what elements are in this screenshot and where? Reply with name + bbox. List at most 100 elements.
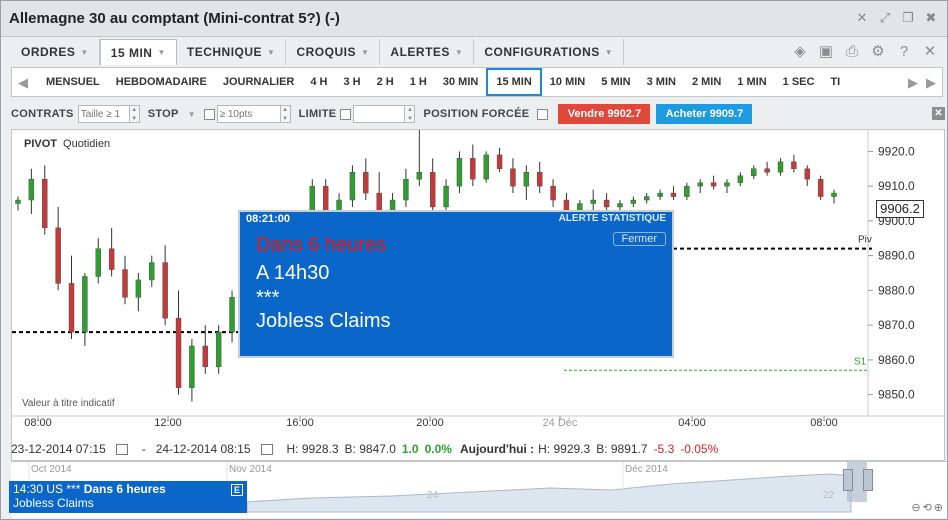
candle-body [657, 192, 663, 197]
size-input[interactable] [77, 105, 130, 123]
candle-body [537, 172, 543, 187]
candle-body [510, 168, 516, 187]
alert-time: 08:21:00 [246, 213, 291, 225]
alert-popup[interactable]: 08:21:00 ALERTE STATISTIQUE Fermer Dans … [238, 210, 674, 358]
menu-configurations[interactable]: CONFIGURATIONS ▼ [474, 39, 625, 65]
calendar-icon[interactable] [115, 443, 128, 455]
close-icon[interactable]: ✕ [854, 10, 870, 26]
menu-ordres[interactable]: ORDRES ▼ [11, 39, 100, 65]
chart-panel[interactable]: 9920.0 9910.0 9900.0 9890.0 9880.0 9870.0 9860… [11, 129, 945, 461]
candle-body [617, 203, 623, 208]
period-5-min[interactable]: 5 MIN [593, 68, 638, 96]
calendar-icon[interactable] [260, 443, 273, 455]
limit-checkbox[interactable] [340, 108, 352, 120]
help-icon[interactable]: ? [895, 43, 913, 61]
buy-button[interactable]: Acheter 9909.7 [656, 104, 753, 124]
menu-alertes[interactable]: ALERTES ▼ [380, 39, 475, 65]
today-change: -5.3 [653, 442, 675, 456]
period-1-sec[interactable]: 1 SEC [775, 68, 823, 96]
close-window-icon[interactable]: ✖ [923, 10, 939, 26]
contracts-label: CONTRATS [11, 108, 74, 120]
menu-15min[interactable]: 15 MIN ▼ [99, 39, 177, 65]
s1-line-label: S1 [854, 356, 867, 367]
expand-icon[interactable]: ⤢ [877, 10, 893, 26]
zoom-in-icon[interactable]: ⊕ [934, 501, 943, 514]
limit-stepper[interactable]: ▲ ▼ [405, 105, 416, 123]
period-1-min[interactable]: 1 MIN [729, 68, 774, 96]
range-change-pct: 0.0% [424, 442, 452, 456]
candle-body [15, 199, 21, 204]
candle-body [82, 276, 88, 333]
candle-body [108, 248, 115, 270]
restore-icon[interactable]: ❐ [900, 10, 916, 26]
period-30-min[interactable]: 30 MIN [435, 68, 486, 96]
period-15-min[interactable]: 15 MIN [486, 68, 542, 96]
size-stepper[interactable]: ▲ ▼ [129, 105, 140, 123]
chevron-right-icon[interactable]: ▶ [906, 73, 920, 93]
chevron-left-icon[interactable]: ◀ [16, 73, 30, 93]
chevron-right-end-icon[interactable]: ▶ [924, 73, 938, 93]
period-1-h[interactable]: 1 H [402, 68, 435, 96]
period-bar: ◀ MENSUEL HEBDOMADAIRE JOURNALIER 4 H3 H2 H… [11, 67, 943, 97]
gear-icon[interactable]: ⚙ [869, 43, 887, 61]
news-ticker[interactable]: 14:30 US *** Dans 6 heures Jobless Claim… [9, 481, 247, 513]
candle-body [737, 175, 744, 183]
period-2-h[interactable]: 2 H [369, 68, 402, 96]
ticker-badge[interactable]: E [231, 484, 243, 496]
close-icon[interactable]: ✕ [932, 107, 945, 120]
navigator-left-handle[interactable] [843, 469, 853, 491]
print-icon[interactable]: ⎙ [843, 43, 861, 61]
period-ti[interactable]: TI [822, 68, 848, 96]
nav-label-dec: Déc 2014 [625, 464, 668, 475]
candle-body [470, 158, 476, 180]
forced-position-label: POSITION FORCÉE [423, 108, 530, 120]
menu-technique[interactable]: TECHNIQUE ▼ [177, 39, 287, 65]
x-tick-label: 08:00 [24, 417, 52, 429]
stop-input[interactable] [216, 105, 281, 123]
candle-body [95, 248, 101, 277]
ticker-event: Jobless Claims [13, 496, 94, 510]
trading-window: Allemagne 30 au comptant (Mini-contrat 5… [0, 0, 948, 520]
forced-position-checkbox[interactable] [537, 108, 549, 120]
zoom-out-icon[interactable]: ⊖ [911, 501, 920, 514]
menu-croquis[interactable]: CROQUIS ▼ [286, 39, 381, 65]
alert-line-time: A 14h30 [256, 262, 330, 284]
limit-input[interactable] [353, 105, 406, 123]
range-from: 23-12-2014 07:15 [11, 442, 106, 456]
candle-body [55, 227, 61, 284]
period-hebdomadaire[interactable]: HEBDOMADAIRE [108, 68, 215, 96]
range-low: B: 9847.0 [344, 442, 396, 456]
x-tick-label: 24 Déc [543, 417, 578, 429]
close-icon[interactable]: ✕ [921, 43, 939, 61]
alert-line-stars: *** [256, 287, 280, 309]
candle-body [149, 262, 155, 281]
range-to: 24-12-2014 08:15 [155, 442, 251, 456]
navigator-right-handle[interactable] [863, 469, 873, 491]
title-bar: Allemagne 30 au comptant (Mini-contrat 5… [1, 1, 947, 37]
period-3-h[interactable]: 3 H [335, 68, 368, 96]
period-2-min[interactable]: 2 MIN [684, 68, 729, 96]
period-10-min[interactable]: 10 MIN [542, 68, 593, 96]
zoom-reset-icon[interactable]: ⟲ [923, 501, 932, 514]
stop-checkbox[interactable] [203, 108, 215, 120]
candle-body [162, 262, 168, 319]
stop-label: STOP [147, 108, 179, 120]
candle-body [28, 178, 35, 201]
period-journalier[interactable]: JOURNALIER [215, 68, 303, 96]
layers-icon[interactable]: ◈ [791, 43, 809, 61]
candle-body [817, 178, 824, 197]
alert-close-button[interactable]: Fermer [612, 232, 666, 246]
current-price-box: 9906.2 [876, 200, 924, 218]
candle-body [68, 283, 75, 333]
range-dash: - [141, 442, 146, 456]
today-change-pct: -0.05% [680, 442, 719, 456]
x-tick-label: 08:00 [810, 417, 838, 429]
period-mensuel[interactable]: MENSUEL [38, 68, 108, 96]
stop-stepper[interactable]: ▲ ▼ [280, 105, 291, 123]
candle-body [697, 182, 703, 187]
image-icon[interactable]: ▣ [817, 43, 835, 61]
sell-button[interactable]: Vendre 9902.7 [558, 104, 651, 124]
period-4-h[interactable]: 4 H [302, 68, 335, 96]
period-3-min[interactable]: 3 MIN [639, 68, 684, 96]
chevron-down-icon[interactable]: ▼ [188, 110, 196, 119]
